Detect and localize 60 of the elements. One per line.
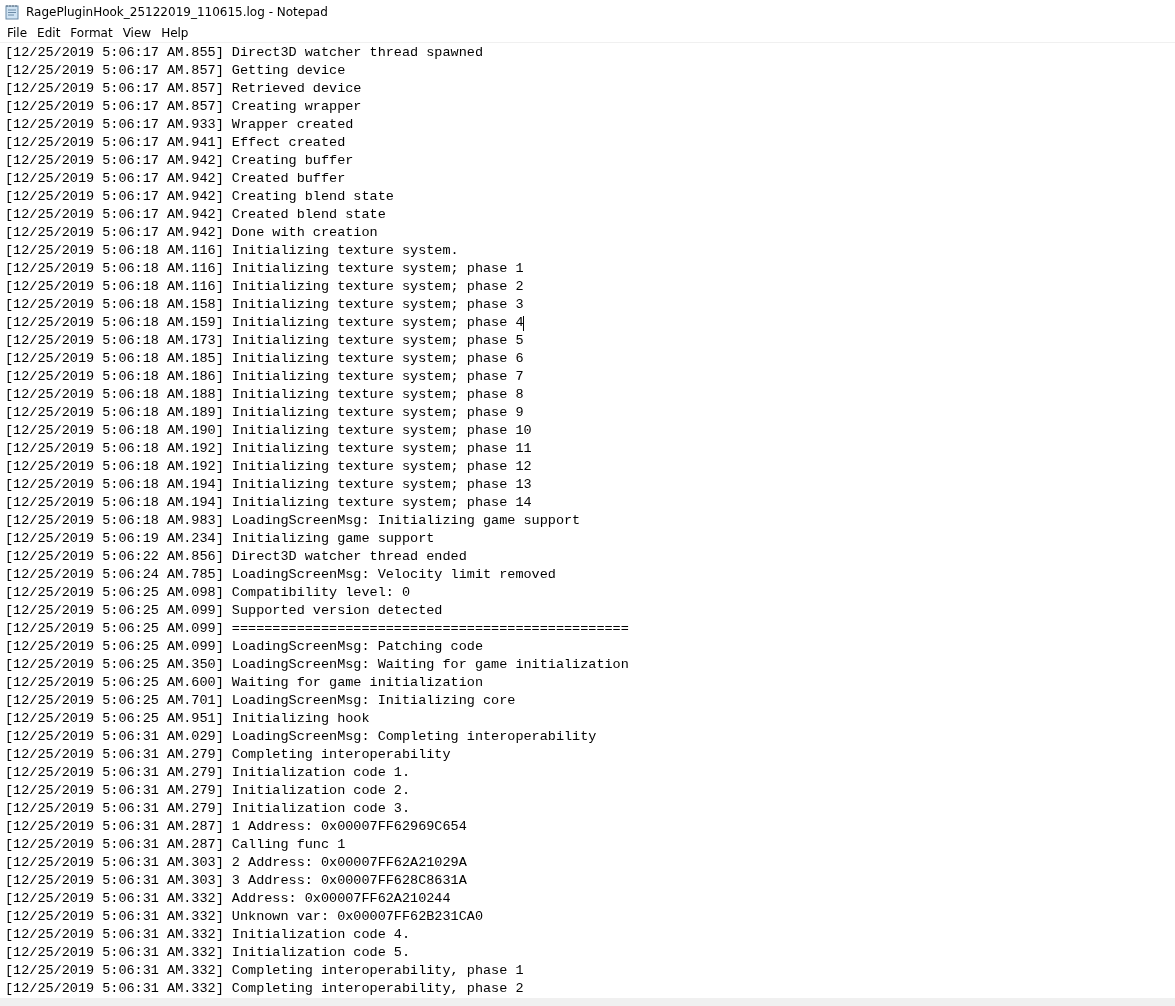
log-line: [12/25/2019 5:06:31 AM.029] LoadingScreenMsg: Completing interoperability [5,728,597,746]
log-line: [12/25/2019 5:06:17 AM.855] Direct3D watcher thread spawned [5,44,483,62]
log-line: [12/25/2019 5:06:17 AM.942] Creating buffer [5,152,354,170]
log-line: [12/25/2019 5:06:22 AM.856] Direct3D watcher thread ended [5,548,467,566]
log-line: [12/25/2019 5:06:18 AM.158] Initializing texture system; phase 3 [5,296,524,314]
menu-item[interactable]: Help [156,24,194,41]
log-line: [12/25/2019 5:06:31 AM.287] Calling func 1 [5,836,346,854]
log-line: [12/25/2019 5:06:31 AM.332] Address: 0x00007FF62A210244 [5,890,451,908]
log-line: [12/25/2019 5:06:18 AM.173] Initializing texture system; phase 5 [5,332,524,350]
log-line: [12/25/2019 5:06:25 AM.600] Waiting for game initialization [5,674,483,692]
log-line: [12/25/2019 5:06:17 AM.941] Effect created [5,134,346,152]
log-line: [12/25/2019 5:06:18 AM.185] Initializing texture system; phase 6 [5,350,524,368]
log-line: [12/25/2019 5:06:18 AM.189] Initializing texture system; phase 9 [5,404,524,422]
log-line: [12/25/2019 5:06:25 AM.701] LoadingScreenMsg: Initializing core [5,692,516,710]
log-line: [12/25/2019 5:06:25 AM.098] Compatibility level: 0 [5,584,411,602]
log-line: [12/25/2019 5:06:31 AM.332] Unknown var: 0x00007FF62B231CA0 [5,908,483,926]
log-line: [12/25/2019 5:06:25 AM.099] LoadingScreenMsg: Patching code [5,638,483,656]
log-line: [12/25/2019 5:06:31 AM.279] Initialization code 1. [5,764,411,782]
log-line: [12/25/2019 5:06:18 AM.116] Initializing texture system; phase 2 [5,278,524,296]
log-line: [12/25/2019 5:06:18 AM.194] Initializing texture system; phase 13 [5,476,532,494]
log-line: [12/25/2019 5:06:18 AM.116] Initializing texture system. [5,242,459,260]
log-line: [12/25/2019 5:06:17 AM.857] Getting device [5,62,346,80]
log-line: [12/25/2019 5:06:31 AM.332] Completing interoperability, phase 1 [5,962,524,980]
log-line: [12/25/2019 5:06:18 AM.159] Initializing texture system; phase 4 [5,314,524,332]
window-title: RagePluginHook_25122019_110615.log - Notepad [26,4,328,19]
log-line: [12/25/2019 5:06:18 AM.983] LoadingScreenMsg: Initializing game support [5,512,581,530]
log-line: [12/25/2019 5:06:17 AM.857] Retrieved device [5,80,362,98]
log-line: [12/25/2019 5:06:31 AM.303] 2 Address: 0x00007FF62A21029A [5,854,467,872]
log-line: [12/25/2019 5:06:25 AM.099] ================================================= [5,620,629,638]
log-line: [12/25/2019 5:06:17 AM.857] Creating wrapper [5,98,362,116]
log-line: [12/25/2019 5:06:18 AM.192] Initializing texture system; phase 11 [5,440,532,458]
log-line: [12/25/2019 5:06:31 AM.332] Initialization code 4. [5,926,411,944]
log-line: [12/25/2019 5:06:31 AM.332] Completing interoperability, phase 2 [5,980,524,998]
log-line: [12/25/2019 5:06:25 AM.951] Initializing hook [5,710,370,728]
log-line: [12/25/2019 5:06:17 AM.942] Created blend state [5,206,386,224]
log-line: [12/25/2019 5:06:31 AM.279] Completing interoperability [5,746,451,764]
log-line: [12/25/2019 5:06:18 AM.190] Initializing texture system; phase 10 [5,422,532,440]
log-line: [12/25/2019 5:06:25 AM.099] Supported version detected [5,602,443,620]
log-line: [12/25/2019 5:06:17 AM.942] Creating blend state [5,188,394,206]
log-line: [12/25/2019 5:06:25 AM.350] LoadingScreenMsg: Waiting for game initialization [5,656,629,674]
log-line: [12/25/2019 5:06:18 AM.192] Initializing texture system; phase 12 [5,458,532,476]
log-line: [12/25/2019 5:06:31 AM.332] Initialization code 5. [5,944,411,962]
log-line: [12/25/2019 5:06:31 AM.279] Initialization code 3. [5,800,411,818]
log-line: [12/25/2019 5:06:17 AM.942] Created buffer [5,170,346,188]
log-line: [12/25/2019 5:06:18 AM.116] Initializing texture system; phase 1 [5,260,524,278]
log-line: [12/25/2019 5:06:31 AM.279] Initialization code 2. [5,782,411,800]
menu-item[interactable]: Format [65,24,118,41]
log-line: [12/25/2019 5:06:31 AM.287] 1 Address: 0x00007FF62969C654 [5,818,467,836]
log-line: [12/25/2019 5:06:18 AM.186] Initializing texture system; phase 7 [5,368,524,386]
menu-item[interactable]: Edit [32,24,66,41]
log-line: [12/25/2019 5:06:24 AM.785] LoadingScreenMsg: Velocity limit removed [5,566,556,584]
notepad-icon [4,3,20,20]
log-line: [12/25/2019 5:06:17 AM.942] Done with creation [5,224,378,242]
menu-item[interactable]: View [117,24,157,41]
log-line: [12/25/2019 5:06:19 AM.234] Initializing game support [5,530,435,548]
log-line: [12/25/2019 5:06:17 AM.933] Wrapper created [5,116,354,134]
log-line: [12/25/2019 5:06:31 AM.303] 3 Address: 0x00007FF628C8631A [5,872,467,890]
log-line: [12/25/2019 5:06:18 AM.194] Initializing texture system; phase 14 [5,494,532,512]
log-line: [12/25/2019 5:06:18 AM.188] Initializing texture system; phase 8 [5,386,524,404]
menu-item[interactable]: File [2,24,33,41]
